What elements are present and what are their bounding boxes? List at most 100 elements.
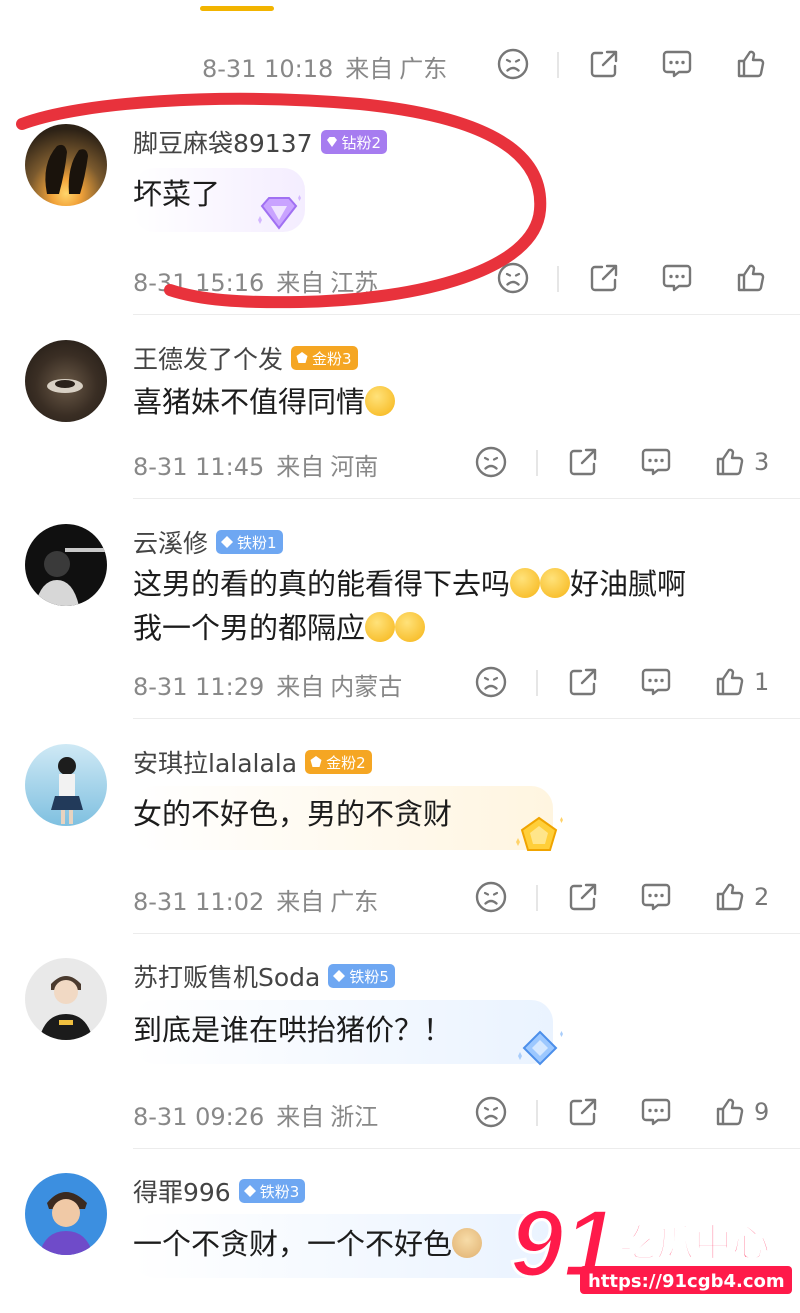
like-button[interactable]: 2 [712, 877, 769, 917]
avatar[interactable] [25, 958, 107, 1040]
dislike-button[interactable] [474, 662, 508, 702]
share-icon [569, 883, 597, 911]
dislike-icon [475, 666, 507, 698]
divider [536, 450, 538, 476]
divider [133, 314, 800, 315]
badge-label: 铁粉5 [349, 967, 389, 986]
badge-label: 铁粉1 [237, 533, 277, 552]
comment-action-row: 8-31 11:02 来自 广东 2 [0, 877, 800, 917]
from-label: 来自 [276, 888, 325, 916]
comment-button[interactable] [639, 662, 673, 702]
like-count: 1 [754, 668, 770, 696]
fan-badge: 铁粉5 [328, 964, 395, 988]
comment-icon [641, 668, 671, 696]
username[interactable]: 苏打贩售机Soda [133, 958, 320, 994]
comment-button[interactable] [639, 442, 673, 482]
like-icon [716, 448, 744, 476]
comment-action-row: 8-31 09:26 来自 浙江 9 [0, 1092, 800, 1132]
comment-action-row: 8-31 11:29 来自 内蒙古 1 [0, 662, 800, 702]
avatar-image [35, 548, 105, 606]
avatar-image [39, 976, 93, 1040]
comment-text: 女的不好色，男的不贪财 [133, 797, 453, 831]
username[interactable]: 安琪拉lalalala [133, 744, 297, 780]
divider [133, 933, 800, 934]
comment-icon [641, 448, 671, 476]
laughing-emoji-icon [395, 612, 426, 642]
like-count: 2 [754, 883, 770, 911]
like-button[interactable]: 9 [712, 1092, 769, 1132]
dislike-button[interactable] [474, 442, 508, 482]
comment-text: 一个不贪财，一个不好色 [133, 1222, 483, 1266]
blue-gem-decoration-icon [518, 1030, 563, 1066]
dislike-icon [475, 446, 507, 478]
like-count: 9 [754, 1098, 770, 1126]
iron-gem-icon [333, 970, 346, 982]
comment-location: 广东 [330, 888, 379, 916]
avatar[interactable] [25, 524, 107, 606]
share-button[interactable] [566, 662, 600, 702]
avatar[interactable] [25, 744, 107, 826]
like-icon [716, 1098, 744, 1126]
red-circle-annotation [16, 92, 547, 309]
iron-gem-icon [221, 536, 234, 548]
comment-date: 8-31 11:45 [133, 453, 265, 481]
username-row: 苏打贩售机Soda 铁粉5 [133, 958, 395, 994]
from-label: 来自 [276, 453, 325, 481]
share-button[interactable] [566, 442, 600, 482]
dislike-button[interactable] [474, 877, 508, 917]
comment-location: 浙江 [330, 1103, 379, 1131]
from-label: 来自 [276, 673, 325, 701]
like-icon [716, 668, 744, 696]
avatar-image [51, 757, 83, 824]
like-button[interactable]: 1 [712, 662, 769, 702]
avatar-image [39, 1192, 93, 1255]
gold-gem-decoration-icon [516, 816, 563, 851]
like-icon [716, 883, 744, 911]
divider [536, 670, 538, 696]
doge-emoji-icon [452, 1228, 483, 1258]
iron-gem-icon [243, 1185, 256, 1197]
fan-badge: 铁粉1 [216, 530, 283, 554]
username[interactable]: 得罪996 [133, 1173, 231, 1209]
badge-label: 金粉2 [326, 753, 366, 772]
comment-text-content: 喜猪妹不值得同情 [133, 385, 366, 419]
gold-gem-icon [310, 756, 322, 767]
divider [133, 718, 800, 719]
laughing-emoji-icon [365, 612, 396, 642]
dislike-button[interactable] [474, 1092, 508, 1132]
comment-button[interactable] [639, 877, 673, 917]
divider [133, 1148, 800, 1149]
comment-button[interactable] [639, 1092, 673, 1132]
laughing-emoji-icon [510, 568, 541, 598]
from-label: 来自 [276, 1103, 325, 1131]
comment-meta: 8-31 11:45 来自 河南 [133, 447, 378, 482]
comment-text-line2: 我一个男的都隔应 [133, 606, 426, 650]
dislike-icon [475, 1096, 507, 1128]
comment-icon [641, 883, 671, 911]
comment-text-content: 我一个男的都隔应 [133, 611, 366, 645]
fan-badge: 金粉2 [305, 750, 372, 774]
share-icon [569, 448, 597, 476]
comment-date: 8-31 11:02 [133, 888, 265, 916]
divider [536, 1100, 538, 1126]
comment-text: 到底是谁在哄抬猪价？！ [133, 1013, 453, 1047]
comment-location: 河南 [330, 453, 379, 481]
share-button[interactable] [566, 877, 600, 917]
badge-label: 铁粉3 [259, 1182, 300, 1201]
username-row: 安琪拉lalalala 金粉2 [133, 744, 372, 780]
comment-text-content: 一个不贪财，一个不好色 [133, 1227, 453, 1261]
laughing-emoji-icon [540, 568, 571, 598]
avatar[interactable] [25, 1173, 107, 1255]
comment-action-row: 8-31 11:45 来自 河南 3 [0, 442, 800, 482]
username[interactable]: 王德发了个发 [133, 340, 283, 376]
like-button[interactable]: 3 [712, 442, 769, 482]
gold-gem-icon [296, 352, 308, 363]
username-row: 云溪修 铁粉1 [133, 524, 283, 560]
username[interactable]: 云溪修 [133, 524, 208, 560]
fan-badge: 铁粉3 [238, 1179, 306, 1203]
dislike-icon [475, 881, 507, 913]
avatar[interactable] [25, 340, 107, 422]
share-icon [569, 1098, 597, 1126]
comment-text-content: 这男的看的真的能看得下去吗 [133, 567, 511, 601]
share-button[interactable] [566, 1092, 600, 1132]
